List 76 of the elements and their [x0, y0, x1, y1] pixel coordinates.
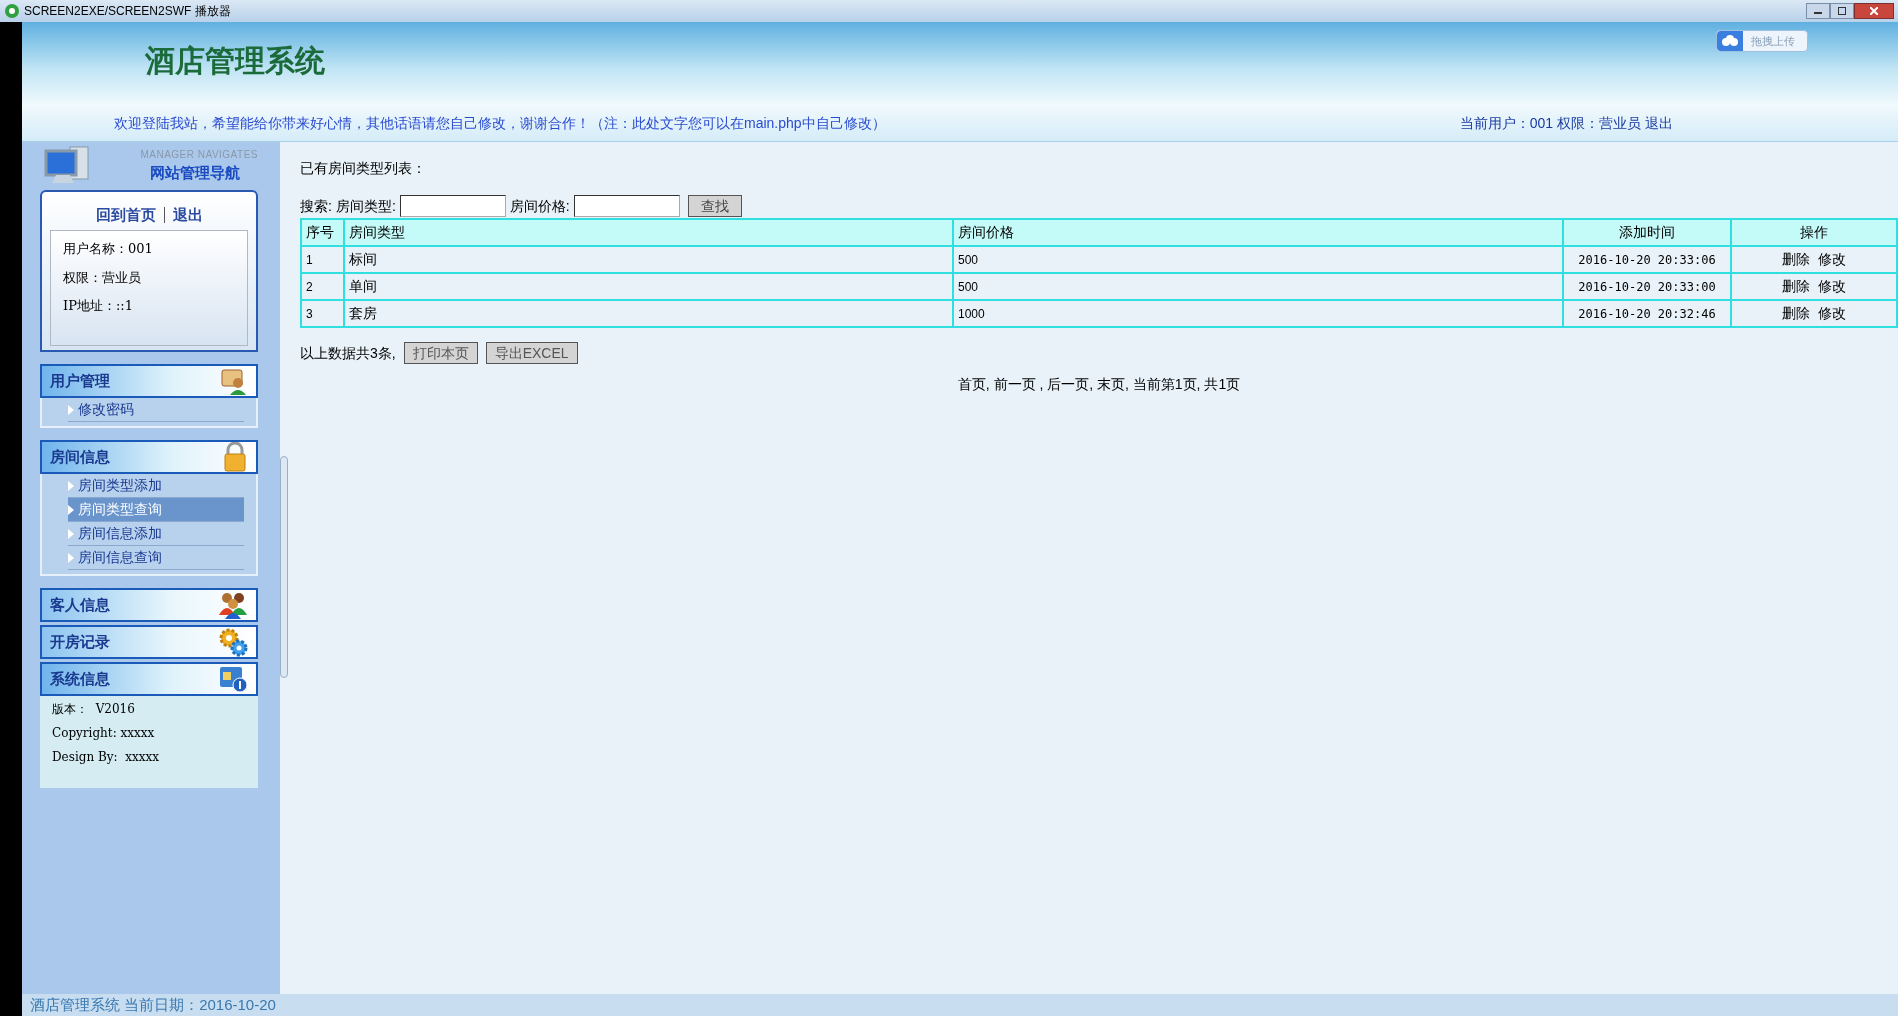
window-title: SCREEN2EXE/SCREEN2SWF 播放器 — [24, 3, 231, 20]
table-cell: 1000 — [953, 300, 1563, 327]
restore-button[interactable] — [1830, 3, 1854, 19]
info-window-icon — [218, 665, 248, 693]
close-button[interactable] — [1854, 3, 1894, 19]
table-cell: 2016-10-20 20:33:06 — [1563, 246, 1731, 273]
menu-header[interactable]: 用户管理 — [40, 364, 258, 398]
pagination: 首页, 前一页 , 后一页, 末页, 当前第1页, 共1页 — [956, 375, 1242, 394]
record-count: 以上数据共3条, — [300, 343, 396, 363]
site-title: 酒店管理系统 — [145, 43, 325, 79]
submenu-item[interactable]: 房间信息添加 — [68, 522, 244, 546]
menu-header[interactable]: 开房记录 — [40, 625, 258, 659]
triangle-icon — [68, 552, 74, 563]
nav-title: 网站管理导航 — [150, 163, 240, 184]
user-card-icon — [220, 367, 248, 395]
search-field[interactable] — [399, 195, 506, 217]
menu-header[interactable]: 房间信息 — [40, 440, 258, 474]
submenu-item[interactable]: 修改密码 — [68, 398, 244, 422]
splitter-handle[interactable] — [280, 456, 288, 678]
table-cell: 3 — [301, 300, 344, 327]
system-info-line: Copyright: xxxxx — [52, 725, 156, 742]
search-label: 搜索: — [300, 196, 332, 216]
menu-header[interactable]: 客人信息 — [40, 588, 258, 622]
table-cell: 2016-10-20 20:32:46 — [1563, 300, 1731, 327]
system-info-line: Design By: xxxxx — [52, 749, 161, 766]
column-header: 添加时间 — [1563, 219, 1731, 246]
restore-icon — [1838, 7, 1846, 15]
triangle-icon — [68, 480, 74, 491]
triangle-icon — [68, 504, 74, 515]
sidebar-link[interactable]: 退出 — [172, 203, 203, 227]
table-cell: 1 — [301, 246, 344, 273]
table-cell: 套房 — [344, 300, 953, 327]
action-link[interactable]: 修改 — [1818, 303, 1846, 324]
table-cell: 标间 — [344, 246, 953, 273]
padlock-icon — [222, 442, 248, 472]
nav-title-en: MANAGER NAVIGATES — [140, 148, 258, 163]
user-info-line: IP地址：::1 — [63, 297, 134, 315]
triangle-icon — [68, 404, 74, 415]
triangle-icon — [68, 528, 74, 539]
logout-link[interactable]: 退出 — [1645, 113, 1673, 134]
table-cell: 2016-10-20 20:33:00 — [1563, 273, 1731, 300]
action-link[interactable]: 删除 — [1782, 303, 1810, 324]
app-icon — [4, 3, 20, 19]
toolbar-button[interactable]: 导出EXCEL — [485, 342, 578, 364]
sidebar-link[interactable]: 回到首页 — [95, 203, 156, 227]
current-user-info: 当前用户：001 权限：营业员 — [1459, 114, 1641, 133]
search-field[interactable] — [573, 195, 680, 217]
action-link[interactable]: 删除 — [1782, 249, 1810, 270]
menu-header[interactable]: 系统信息 — [40, 662, 258, 696]
search-button[interactable]: 查找 — [687, 195, 742, 217]
gears-icon — [218, 627, 248, 657]
column-header: 房间价格 — [953, 219, 1563, 246]
minimize-button[interactable] — [1806, 3, 1830, 19]
close-icon — [1870, 7, 1878, 15]
user-info-line: 用户名称：001 — [63, 240, 154, 258]
cloud-icon — [1721, 35, 1739, 47]
list-heading: 已有房间类型列表： — [300, 159, 427, 178]
user-info-line: 权限：营业员 — [63, 268, 142, 287]
footer-text: 酒店管理系统 当前日期：2016-10-20 — [30, 994, 276, 1015]
field-label: 房间类型: — [335, 196, 396, 216]
column-header: 房间类型 — [344, 219, 953, 246]
action-link[interactable]: 修改 — [1818, 276, 1846, 297]
submenu-item[interactable]: 房间信息查询 — [68, 546, 244, 570]
people-icon — [218, 591, 248, 619]
column-header: 操作 — [1731, 219, 1897, 246]
action-link[interactable]: 删除 — [1782, 276, 1810, 297]
toolbar-button[interactable]: 打印本页 — [403, 342, 478, 364]
table-cell: 单间 — [344, 273, 953, 300]
system-info-line: 版本： V2016 — [52, 701, 136, 718]
table-cell: 2 — [301, 273, 344, 300]
column-header: 序号 — [301, 219, 344, 246]
welcome-message: 欢迎登陆我站，希望能给你带来好心情，其他话语请您自己修改，谢谢合作！（注：此处文字您可以在main.php中自己修改） — [114, 114, 886, 133]
action-link[interactable]: 修改 — [1818, 249, 1846, 270]
field-label: 房间价格: — [509, 196, 570, 216]
table-cell: 500 — [953, 246, 1563, 273]
table-cell: 500 — [953, 273, 1563, 300]
